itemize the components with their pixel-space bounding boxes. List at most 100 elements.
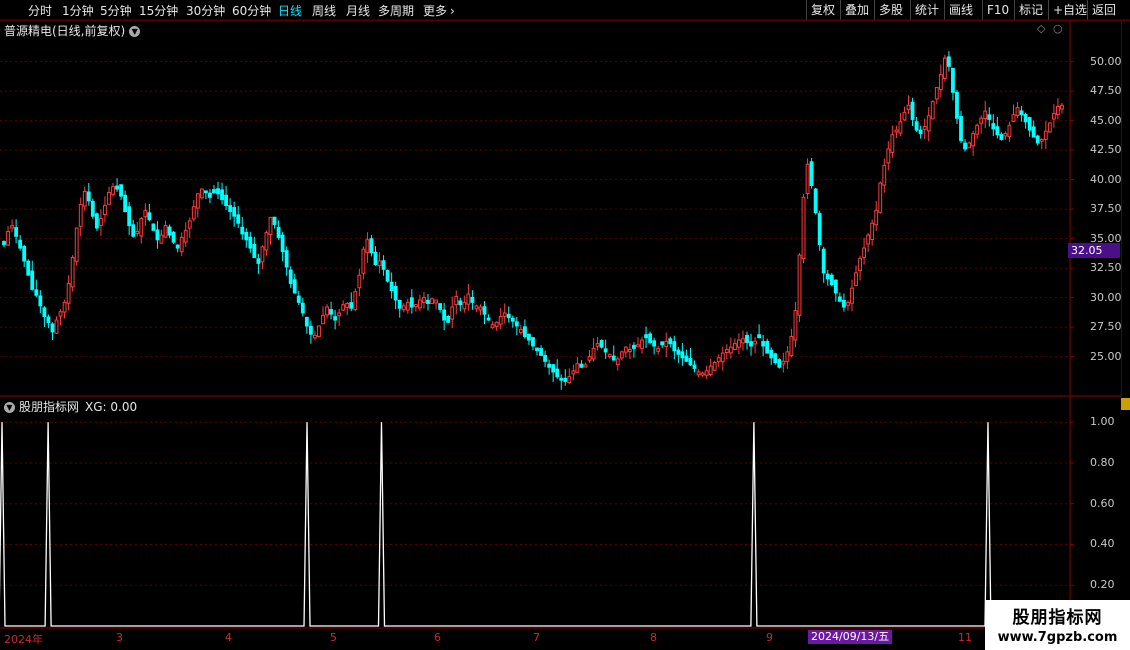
candle-body: [773, 353, 778, 364]
candle-body: [636, 344, 640, 348]
candle-body: [6, 231, 10, 246]
candle-body: [757, 334, 762, 339]
candle-body: [377, 260, 382, 267]
candle-body: [963, 142, 967, 150]
candle-body: [527, 333, 531, 341]
candle-body: [195, 193, 200, 209]
current-price-badge: 32.05: [1068, 243, 1120, 258]
candle-body: [926, 115, 931, 132]
candle-body: [547, 363, 552, 368]
candle-body: [115, 185, 119, 190]
candle-body: [66, 282, 71, 304]
chevron-down-icon[interactable]: ▼: [4, 402, 15, 413]
date-tick-label: 9: [766, 631, 773, 644]
candle-body: [539, 348, 543, 356]
candle-body: [482, 306, 487, 315]
candle-body: [54, 319, 59, 334]
candle-body: [34, 289, 39, 296]
price-tick-label: 27.50: [1090, 320, 1122, 334]
candle-body: [248, 236, 253, 249]
candle-body: [385, 269, 390, 282]
candle-body: [785, 351, 790, 363]
candle-body: [308, 325, 313, 335]
candle-body: [94, 213, 99, 229]
candle-body: [567, 376, 572, 383]
candle-body: [906, 104, 911, 111]
candle-body: [591, 347, 596, 360]
candle-body: [131, 224, 136, 237]
candle-body: [434, 299, 438, 304]
candle-body: [615, 358, 620, 366]
candle-body: [749, 341, 753, 347]
candle-body: [627, 349, 632, 353]
indicator-title[interactable]: ▼ 股朋指标网 XG: 0.00: [4, 398, 137, 415]
candle-body: [30, 270, 35, 290]
candle-body: [98, 218, 103, 226]
candle-body: [123, 194, 128, 212]
candle-body: [825, 273, 830, 280]
candle-body: [652, 340, 657, 347]
candle-body: [438, 303, 443, 310]
candle-body: [809, 161, 814, 187]
candle-body: [890, 134, 895, 153]
candle-body: [240, 226, 245, 235]
candle-body: [280, 234, 285, 253]
candle-body: [333, 316, 338, 321]
chart-title[interactable]: 普源精电(日线,前复权) ▼: [4, 22, 141, 39]
candle-body: [902, 111, 907, 121]
candle-body: [829, 274, 834, 286]
candle-body: [728, 346, 733, 354]
candle-body: [514, 321, 519, 327]
candle-body: [42, 307, 47, 317]
candle-body: [365, 239, 370, 254]
candle-body: [216, 188, 220, 195]
candle-body: [753, 340, 757, 345]
candle-body: [858, 258, 862, 272]
candle-body: [607, 353, 612, 358]
indicator-tick-label: 0.80: [1090, 455, 1115, 469]
candle-body: [418, 299, 422, 309]
candle-body: [58, 311, 63, 317]
price-tick-label: 25.00: [1090, 349, 1122, 363]
candle-body: [571, 370, 576, 375]
candle-body: [922, 126, 927, 130]
candle-body: [470, 296, 475, 303]
candle-body: [147, 212, 152, 221]
candle-body: [284, 250, 289, 268]
candle-body: [518, 328, 523, 333]
diamond-icon[interactable]: ◇: [1037, 22, 1045, 35]
xg-indicator-series: [0, 422, 1068, 627]
candle-body: [422, 297, 426, 303]
candle-body: [1043, 130, 1048, 141]
kline-chart[interactable]: [0, 0, 1130, 650]
candle-body: [454, 295, 459, 306]
candle-body: [232, 207, 237, 217]
candle-body: [1019, 110, 1024, 116]
candle-body: [163, 225, 168, 238]
candle-body: [103, 205, 107, 216]
candle-body: [171, 231, 176, 243]
candle-body: [535, 347, 539, 352]
candle-body: [22, 245, 27, 262]
candle-body: [821, 248, 826, 274]
candle-body: [1007, 124, 1012, 137]
candle-body: [817, 213, 822, 245]
candle-body: [595, 343, 600, 347]
candle-body: [304, 316, 309, 327]
circle-icon[interactable]: ○: [1053, 22, 1063, 35]
candle-body: [716, 357, 721, 363]
candle-body: [841, 299, 846, 308]
candle-body: [805, 163, 810, 195]
date-tick-label: 7: [533, 631, 540, 644]
candle-body: [983, 110, 988, 119]
chevron-down-icon[interactable]: ▼: [129, 26, 141, 37]
date-tick-label: 3: [116, 631, 123, 644]
candle-body: [405, 301, 410, 311]
indicator-tick-label: 0.20: [1090, 578, 1115, 592]
date-tick-label: 6: [434, 631, 441, 644]
candle-body: [551, 364, 556, 373]
price-tick-label: 32.50: [1090, 261, 1122, 275]
candle-body: [611, 355, 616, 361]
candle-body: [369, 238, 374, 254]
candle-body: [450, 306, 455, 320]
